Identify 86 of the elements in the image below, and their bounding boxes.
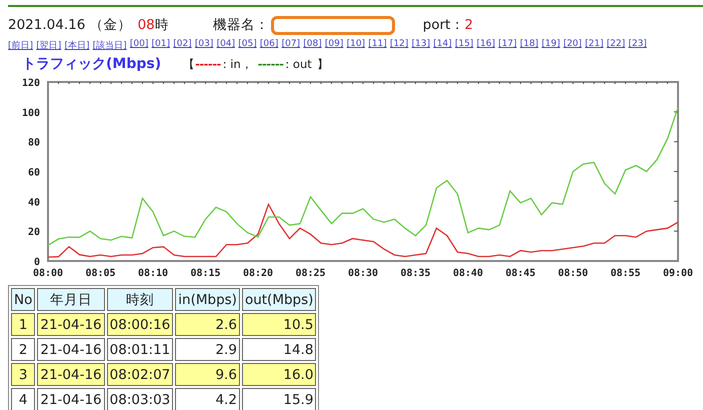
x-axis-label: 08:10 <box>138 268 168 279</box>
nav-link[interactable]: [21] <box>584 39 604 52</box>
x-axis-label: 08:50 <box>558 268 588 279</box>
x-axis-label: 08:30 <box>348 268 378 279</box>
nav-link[interactable]: [14] <box>433 39 452 52</box>
x-axis-label: 08:00 <box>32 268 64 279</box>
table-cell: 10.5 <box>242 313 316 336</box>
legend-label: : in， <box>222 56 253 72</box>
nav-link[interactable]: [11] <box>368 39 387 52</box>
table-cell: 2.9 <box>175 338 240 361</box>
x-axis-label: 08:40 <box>452 268 484 279</box>
column-header: in(Mbps) <box>175 288 240 311</box>
nav-link[interactable]: [17] <box>498 39 517 52</box>
hour-unit: 時 <box>154 17 169 33</box>
table-cell: 4.2 <box>175 388 240 410</box>
y-axis-label: 0 <box>34 257 40 268</box>
nav-link[interactable]: [該当日] <box>92 39 127 52</box>
table-cell: 08:02:07 <box>106 363 174 386</box>
y-axis-label: 80 <box>28 138 40 149</box>
port-value: 2 <box>464 17 474 33</box>
table-cell: 21-04-16 <box>37 338 105 361</box>
nav-link[interactable]: [15] <box>454 39 474 52</box>
device-label: 機器名： <box>212 16 269 34</box>
x-axis-label: 08:15 <box>190 268 221 279</box>
nav-link[interactable]: [00] <box>130 39 148 52</box>
table-cell: 4 <box>11 388 36 410</box>
column-header: out(Mbps) <box>242 288 316 311</box>
legend-bracket: 】 <box>316 56 329 72</box>
nav-link[interactable]: [22] <box>606 39 626 52</box>
date-text: 2021.04.16 （金） <box>8 16 132 34</box>
column-header: 年月日 <box>37 288 105 311</box>
nav-link[interactable]: [18] <box>520 39 538 52</box>
nav-link[interactable]: [12] <box>390 39 408 52</box>
x-axis-label: 09:00 <box>662 268 694 279</box>
nav-link[interactable]: [09] <box>324 39 344 52</box>
table-cell: 14.8 <box>242 338 316 361</box>
x-axis-label: 08:05 <box>85 268 116 279</box>
table-cell: 21-04-16 <box>37 388 105 410</box>
port-label: port： <box>422 17 464 33</box>
x-axis-label: 08:25 <box>295 268 326 279</box>
nav-link[interactable]: [05] <box>238 39 257 52</box>
table-cell: 1 <box>11 313 36 336</box>
legend-bracket: 【 <box>183 56 196 72</box>
table-cell: 9.6 <box>175 363 240 386</box>
table-cell: 08:00:16 <box>106 313 174 336</box>
table-cell: 21-04-16 <box>37 313 105 336</box>
x-axis-label: 08:45 <box>505 268 536 279</box>
y-axis-label: 20 <box>28 227 40 238</box>
y-axis-label: 40 <box>28 197 40 208</box>
legend-line: ------ <box>195 57 221 71</box>
table-cell: 08:01:11 <box>106 338 174 361</box>
table-cell: 15.9 <box>242 388 316 410</box>
table-cell: 2.6 <box>175 313 240 336</box>
nav-link[interactable]: [06] <box>260 39 278 52</box>
nav-link[interactable]: [07] <box>282 39 300 52</box>
table-cell: 2 <box>11 338 36 361</box>
column-header: No <box>11 288 36 311</box>
hour-value: 08 <box>138 17 155 33</box>
column-header: 時刻 <box>106 288 174 311</box>
nav-link[interactable]: [08] <box>303 39 322 52</box>
nav-link[interactable]: [13] <box>412 39 430 52</box>
nav-link[interactable]: [23] <box>628 39 647 52</box>
nav-link[interactable]: [02] <box>173 39 192 52</box>
nav-link[interactable]: [前日] <box>8 39 34 52</box>
nav-link[interactable]: [04] <box>216 39 236 52</box>
y-axis-label: 100 <box>22 108 40 119</box>
nav-link[interactable]: [翌日] <box>36 39 62 52</box>
y-axis-label: 120 <box>22 78 40 89</box>
table-cell: 21-04-16 <box>37 363 105 386</box>
legend-line: ------ <box>258 57 284 71</box>
table-cell: 16.0 <box>242 363 316 386</box>
x-axis-label: 08:35 <box>400 268 431 279</box>
table-cell: 08:03:03 <box>106 388 174 410</box>
nav-link[interactable]: [16] <box>476 39 496 52</box>
legend-label: : out <box>285 57 312 71</box>
nav-link[interactable]: [19] <box>542 39 560 52</box>
x-axis-label: 08:20 <box>242 268 274 279</box>
y-axis-label: 60 <box>28 168 40 178</box>
nav-link[interactable]: [03] <box>194 39 214 52</box>
nav-link[interactable]: [20] <box>563 39 582 52</box>
nav-link[interactable]: [01] <box>152 39 170 52</box>
table-cell: 3 <box>11 363 36 386</box>
graph-title: トラフィック(Mbps) <box>22 55 162 73</box>
x-axis-label: 08:55 <box>610 268 641 279</box>
nav-link[interactable]: [本日] <box>64 39 90 52</box>
nav-link[interactable]: [10] <box>346 39 366 52</box>
